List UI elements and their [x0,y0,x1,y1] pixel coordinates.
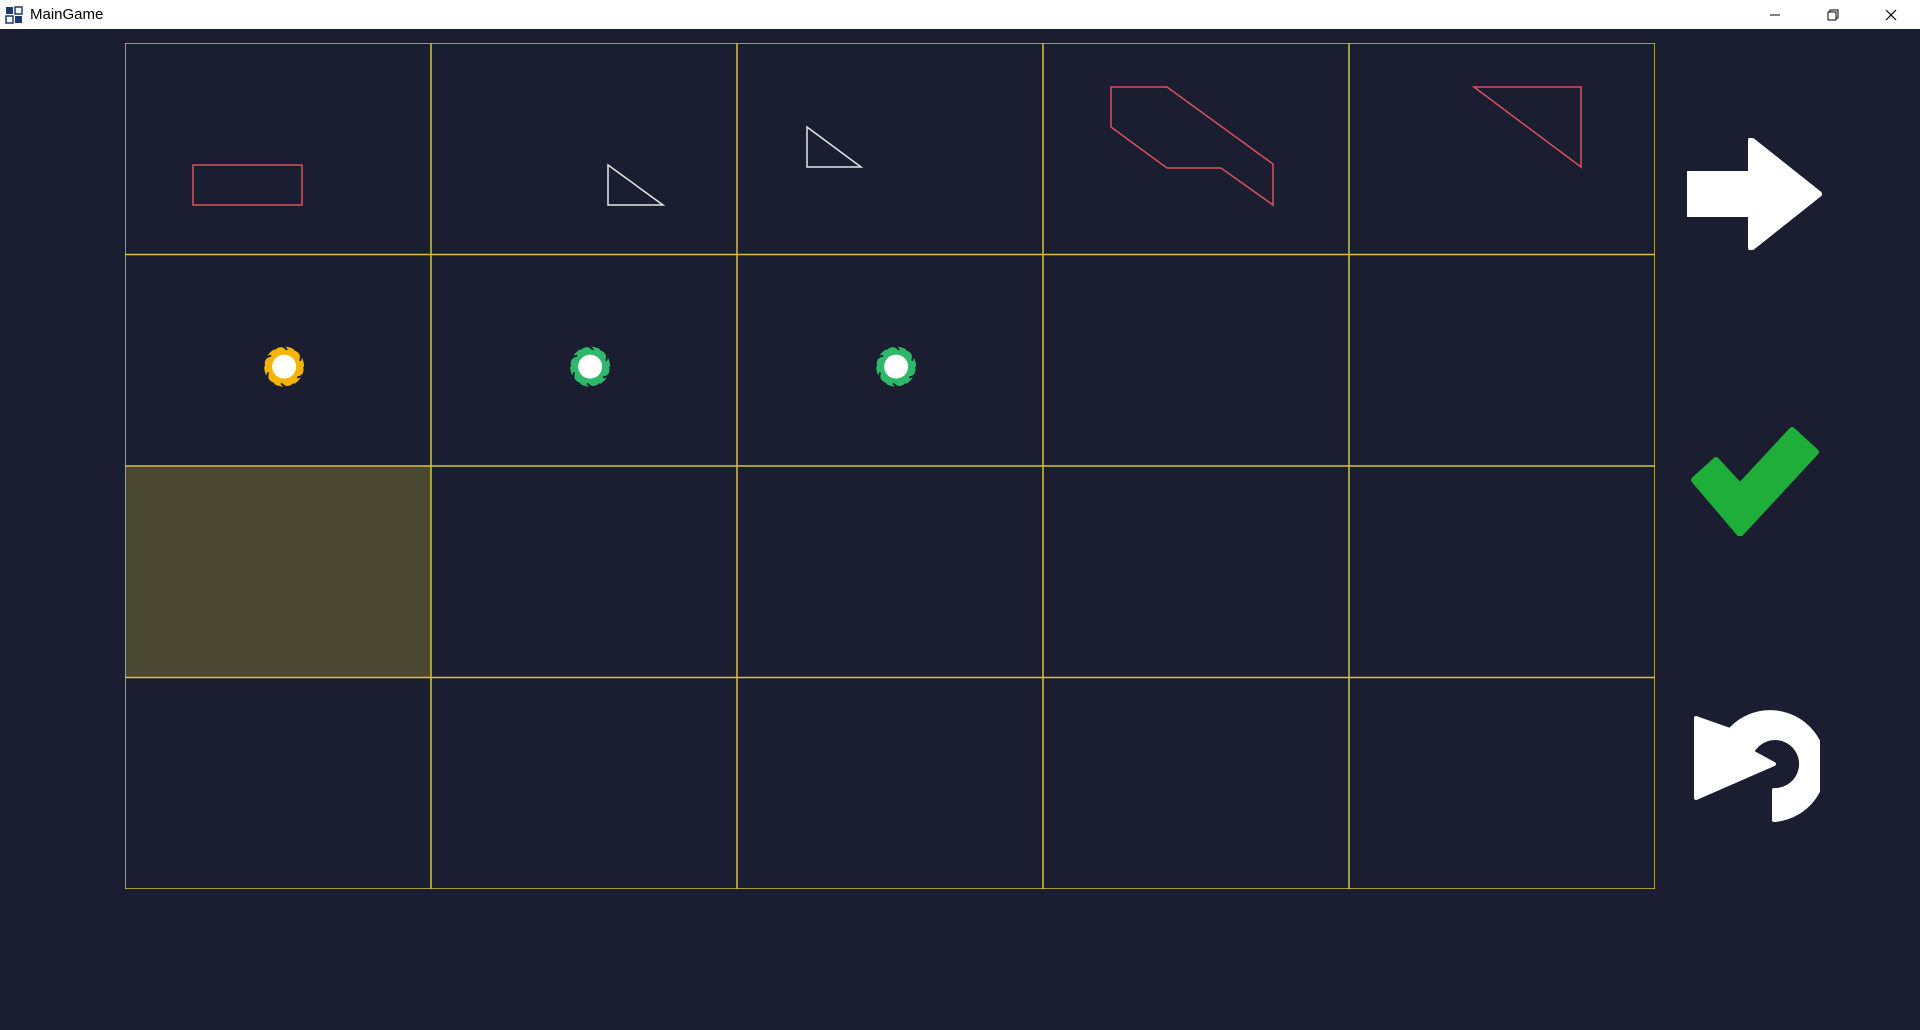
orb-core [578,354,603,379]
board-cell[interactable] [737,466,1043,678]
board-cell[interactable] [1349,43,1655,255]
minimize-button[interactable] [1746,0,1804,29]
board-cell[interactable] [1349,254,1655,467]
orb-core [884,354,909,379]
window-titlebar: MainGame [0,0,1920,29]
board-cell[interactable] [1349,677,1655,890]
board-grid [125,43,1655,889]
restore-button[interactable] [1804,0,1862,29]
board-cell[interactable] [431,466,737,678]
game-area [0,29,1920,1030]
board-cell[interactable] [737,43,1043,255]
close-icon [1885,9,1897,20]
highlighted-cell[interactable] [125,466,431,678]
board-cell[interactable] [737,677,1043,890]
window-controls [1746,0,1920,29]
board-cell[interactable] [1043,466,1349,678]
window-title: MainGame [30,6,104,23]
board-cell[interactable] [1043,254,1349,467]
next-arrow-button[interactable] [1680,129,1830,259]
board-cell[interactable] [1349,466,1655,678]
arrow-right-icon [1687,138,1822,250]
board-cell[interactable] [431,43,737,255]
game-board [125,43,1655,889]
board-cell[interactable] [431,677,737,890]
minimize-icon [1770,14,1780,15]
close-button[interactable] [1862,0,1920,29]
undo-icon [1694,710,1820,822]
restore-icon [1827,9,1839,20]
board-cell[interactable] [1043,43,1349,255]
app-icon [3,4,25,26]
checkmark-icon [1691,427,1819,536]
confirm-button[interactable] [1680,415,1830,545]
board-cell[interactable] [1043,677,1349,890]
board-cell[interactable] [125,43,431,255]
orb-core [272,354,297,379]
reset-button[interactable] [1680,701,1830,831]
board-cell[interactable] [125,677,431,890]
